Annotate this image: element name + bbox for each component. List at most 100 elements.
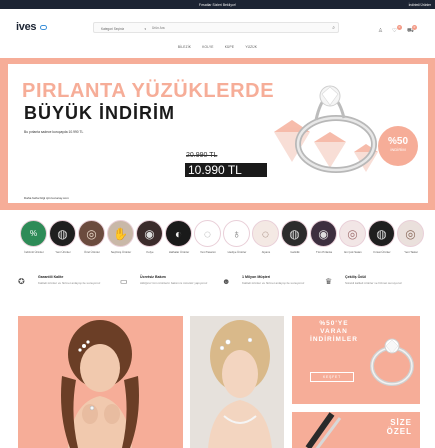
promo-text: Fırsatlar Sizleri Bekliyor! — [198, 2, 237, 7]
nav-item-yuzuk[interactable]: YÜZÜK — [245, 45, 257, 49]
hero-title-line2: BÜYÜK İNDİRİM — [24, 103, 175, 123]
category-label: Kolye — [146, 250, 154, 254]
feature-desc: Sürekli kaliteli ürünler ve hizmet sunuy… — [345, 281, 402, 285]
special-banner-line: SİZE — [390, 418, 412, 427]
category-label: Yeni Tasarım — [199, 250, 216, 254]
discount-badge: %50 İNDİRİM — [378, 126, 418, 166]
category-item[interactable]: ◎ En Çok Satan — [339, 220, 367, 254]
category-label: Gelinlik — [290, 250, 300, 254]
search-bar: Kategori Seçiniz ▾ ⌕ — [93, 22, 339, 33]
topbar-link[interactable]: İndirimli Ürünler — [409, 3, 431, 7]
category-item[interactable]: ◉ Tüm Pırlanta — [310, 220, 338, 254]
site-header: ives Kategori Seçiniz ▾ ⌕ ♙ ♡ 0 ⛟ 0 — [0, 9, 435, 44]
discount-banner-line: İNDİRİMLER — [310, 336, 358, 343]
search-icon[interactable]: ⌕ — [332, 25, 335, 31]
hero-subtitle: Bu pırlanta sadece kuruçayda 10.990 TL — [24, 130, 84, 134]
feature-title: 1 Milyon Müşteri — [242, 275, 271, 279]
category-label: Alyans — [261, 250, 271, 254]
category-label: Hediye Ürünler — [227, 250, 247, 254]
special-banner[interactable]: SİZE ÖZEL — [292, 412, 420, 448]
user-icon[interactable]: ♙ — [378, 28, 383, 34]
feature-title: Çekiliş Ödül — [345, 275, 366, 279]
old-price: 20.990 TL — [186, 152, 218, 159]
hero-banner[interactable]: PIRLANTA YÜZÜKLERDE BÜYÜK İNDİRİM Bu pır… — [0, 58, 435, 210]
discount-banner-text: %50'YE VARAN İNDİRİMLER — [306, 320, 362, 344]
badge-icon: ✪ — [18, 277, 25, 286]
category-item[interactable]: % İndirimli Ürünler — [20, 220, 48, 254]
outline-ring-icon: ♁ — [223, 220, 250, 247]
promo-banners: %50'YE VARAN İNDİRİMLER KEŞFET SİZE ÖZEL — [0, 316, 435, 448]
features-strip: ✪ Garantili Kalite Kaliteli ürünler ve h… — [0, 268, 435, 300]
category-label: Yeni Taslar — [404, 250, 418, 254]
category-item[interactable]: ◌ Yeni Tasarım — [194, 220, 222, 254]
ring-icon: ◉ — [310, 220, 337, 247]
category-label: İndirimli Ürünler — [24, 250, 44, 254]
model-portrait-image — [190, 316, 284, 448]
discount-badge-text: İNDİRİM — [390, 147, 406, 152]
category-item[interactable]: ✋ Seçilmiş Ürünler — [107, 220, 135, 254]
main-nav: BİLEZİK KOLYE KÜPE YÜZÜK — [0, 41, 435, 52]
category-item[interactable]: ◎ Özel Ürünler — [78, 220, 106, 254]
discount-banner-line: VARAN — [320, 328, 348, 335]
favorites-count-badge: 0 — [397, 25, 402, 30]
search-input[interactable] — [152, 24, 322, 32]
ring-icon: ◌ — [252, 220, 279, 247]
cart-count-badge: 0 — [412, 25, 417, 30]
ring-image — [370, 338, 414, 386]
discount-banner-line: %50'YE — [319, 320, 349, 327]
hand-icon: ✋ — [107, 220, 134, 247]
discount-icon: % — [20, 220, 47, 247]
site-logo[interactable]: ives — [16, 21, 37, 33]
model-banner-2[interactable] — [190, 316, 284, 448]
model-portrait-image — [61, 320, 139, 448]
category-label: Fırsat Ürünler — [373, 250, 391, 254]
top-bar: Fırsatlar Sizleri Bekliyor! İndirimli Ür… — [0, 0, 435, 9]
hero-title-line1: PIRLANTA YÜZÜKLERDE — [22, 80, 275, 102]
discount-badge-percent: %50 — [387, 136, 408, 147]
chevron-down-icon: ▾ — [144, 26, 146, 31]
category-select[interactable]: Kategori Seçiniz ▾ — [94, 23, 152, 33]
ring-icon: ◉ — [136, 220, 163, 247]
category-item[interactable]: ◍ Gelinlik — [281, 220, 309, 254]
ring-icon: ◎ — [339, 220, 366, 247]
trophy-icon: ♛ — [325, 277, 333, 286]
category-label: Halhalar Ürünler — [168, 250, 190, 254]
ring-icon: ◎ — [78, 220, 105, 247]
category-label: En Çok Satan — [344, 250, 362, 254]
category-item[interactable]: ◌ Alyans — [252, 220, 280, 254]
ring-icon: ◍ — [368, 220, 395, 247]
category-item[interactable]: ◍ Fırsat Ürünler — [368, 220, 396, 254]
explore-button[interactable]: KEŞFET — [310, 372, 354, 382]
category-item[interactable]: ◐ Halhalar Ürünler — [165, 220, 193, 254]
feature-desc: Kaliteli ürünler ve hizmet anlayışı ile … — [38, 281, 101, 285]
ring-icon: ◍ — [49, 220, 76, 247]
ring-icon: ◎ — [397, 220, 424, 247]
category-item[interactable]: ◍ Yeni Ürünler — [49, 220, 77, 254]
category-item[interactable]: ♁ Hediye Ürünler — [223, 220, 251, 254]
necklace-icon: ◐ — [165, 220, 192, 247]
category-strip: % İndirimli Ürünler ◍ Yeni Ürünler ◎ Öze… — [20, 220, 424, 260]
category-select-label: Kategori Seçiniz — [101, 26, 125, 31]
category-label: Özel Ürünler — [84, 250, 100, 254]
feature-title: Ücretsiz Bakım — [140, 275, 166, 279]
users-icon: ☻ — [222, 277, 231, 286]
category-label: Yeni Ürünler — [55, 250, 71, 254]
ring-image — [305, 412, 342, 448]
category-label: Seçilmiş Ürünler — [110, 250, 132, 254]
special-banner-text: SİZE ÖZEL — [387, 418, 412, 436]
nav-item-kolye[interactable]: KOLYE — [202, 45, 213, 49]
nav-item-kupe[interactable]: KÜPE — [225, 45, 234, 49]
nav-item-bilezik[interactable]: BİLEZİK — [178, 45, 191, 49]
ring-icon: ◍ — [281, 220, 308, 247]
category-item[interactable]: ◎ Yeni Taslar — [397, 220, 425, 254]
card-icon: ▭ — [120, 277, 128, 286]
discount-banner[interactable]: %50'YE VARAN İNDİRİMLER KEŞFET — [292, 316, 420, 404]
model-banner-1[interactable] — [18, 316, 183, 448]
category-item[interactable]: ◉ Kolye — [136, 220, 164, 254]
logo-mark — [40, 25, 47, 30]
category-label: Tüm Pırlanta — [315, 250, 332, 254]
outline-ring-icon: ◌ — [194, 220, 221, 247]
feature-desc: Kaliteli ürünler ve hizmet anlayışı ile … — [242, 281, 305, 285]
special-banner-line: ÖZEL — [386, 427, 412, 436]
hero-note: Daha fazla bilgi için kurucay.com — [24, 196, 69, 200]
